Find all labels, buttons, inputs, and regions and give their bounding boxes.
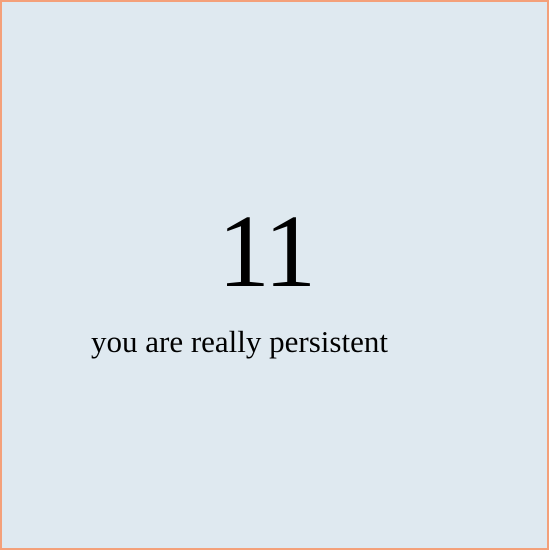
- persistence-message: you are really persistent: [91, 324, 388, 359]
- content-panel: 11 you are really persistent: [0, 0, 549, 550]
- click-counter: 11: [217, 194, 316, 309]
